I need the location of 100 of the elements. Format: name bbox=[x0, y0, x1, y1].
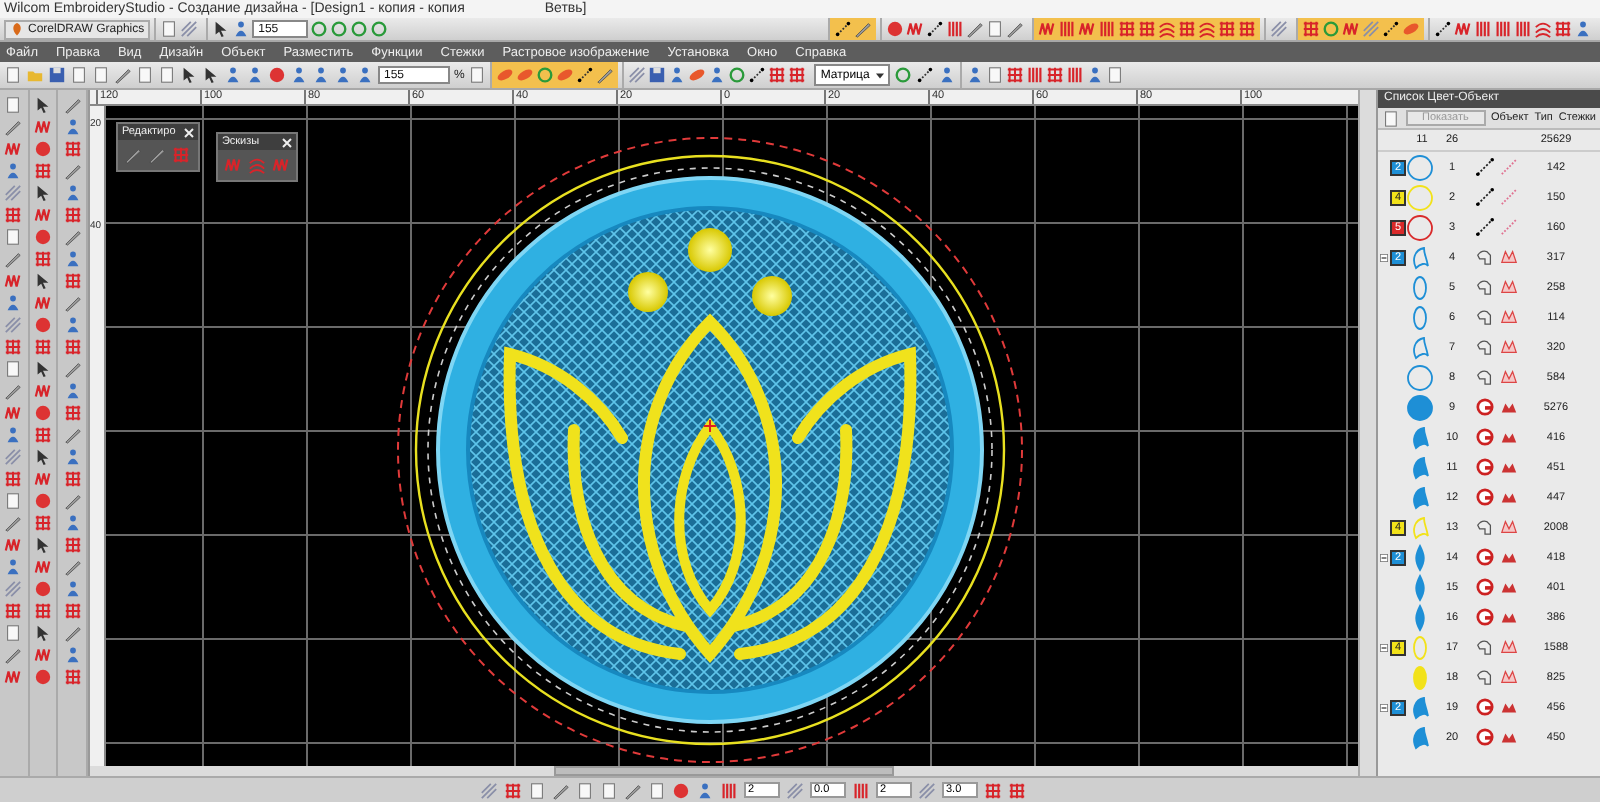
cursor-icon[interactable] bbox=[33, 536, 52, 554]
wave-fill-icon[interactable] bbox=[1198, 20, 1216, 38]
grid-fill-icon[interactable] bbox=[4, 206, 23, 224]
figure-icon[interactable] bbox=[246, 66, 264, 84]
diagonal-lines-icon[interactable] bbox=[4, 316, 23, 334]
pen-icon[interactable] bbox=[63, 96, 82, 114]
grid-fill-icon[interactable] bbox=[1005, 66, 1024, 84]
figure-icon[interactable] bbox=[4, 294, 23, 312]
grid-fill-icon[interactable] bbox=[63, 206, 82, 224]
figure-icon[interactable] bbox=[356, 66, 374, 84]
page-icon[interactable] bbox=[1382, 109, 1400, 127]
column-stitch-icon[interactable] bbox=[1494, 20, 1512, 38]
figure-icon[interactable] bbox=[63, 580, 82, 598]
node-line-icon[interactable] bbox=[926, 20, 944, 38]
grid-fill-icon[interactable] bbox=[1178, 20, 1196, 38]
figure-icon[interactable] bbox=[63, 250, 82, 268]
grid-fill-icon[interactable] bbox=[63, 404, 82, 422]
zigzag-stitch-icon[interactable] bbox=[1038, 20, 1056, 38]
pen-icon[interactable] bbox=[63, 492, 82, 510]
column-stitch-icon[interactable] bbox=[1474, 20, 1492, 38]
figure-icon[interactable] bbox=[290, 66, 308, 84]
cursor-icon[interactable] bbox=[33, 448, 52, 466]
stop-icon[interactable] bbox=[33, 316, 52, 334]
close-icon[interactable] bbox=[183, 127, 194, 137]
diagonal-lines-icon[interactable] bbox=[4, 184, 23, 202]
figure-icon[interactable] bbox=[708, 66, 727, 84]
grid-fill-icon[interactable] bbox=[63, 338, 82, 356]
pen-icon[interactable] bbox=[624, 781, 642, 799]
page-icon[interactable] bbox=[4, 360, 23, 378]
page-icon[interactable] bbox=[648, 781, 666, 799]
scroll-thumb[interactable] bbox=[553, 766, 894, 776]
pen-icon[interactable] bbox=[4, 646, 23, 664]
stop-icon[interactable] bbox=[33, 140, 52, 158]
page-icon[interactable] bbox=[4, 228, 23, 246]
page-icon[interactable] bbox=[468, 66, 487, 84]
column-stitch-icon[interactable] bbox=[1058, 20, 1076, 38]
grid-fill-icon[interactable] bbox=[1118, 20, 1136, 38]
stop-icon[interactable] bbox=[33, 228, 52, 246]
grid-fill-icon[interactable] bbox=[4, 602, 23, 620]
grid-fill-icon[interactable] bbox=[1045, 66, 1064, 84]
diagonal-lines-icon[interactable] bbox=[480, 781, 498, 799]
leaf-icon[interactable] bbox=[688, 66, 707, 84]
stop-icon[interactable] bbox=[33, 492, 52, 510]
figure-icon[interactable] bbox=[224, 66, 242, 84]
page-icon[interactable] bbox=[160, 20, 179, 38]
circle-icon[interactable] bbox=[330, 20, 349, 38]
pen-icon[interactable] bbox=[4, 250, 23, 268]
vertical-scrollbar[interactable] bbox=[1358, 90, 1376, 776]
cursor-icon[interactable] bbox=[33, 360, 52, 378]
collapse-icon[interactable] bbox=[1380, 253, 1388, 261]
figure-icon[interactable] bbox=[334, 66, 352, 84]
page-icon[interactable] bbox=[1105, 66, 1124, 84]
diagonal-lines-icon[interactable] bbox=[4, 448, 23, 466]
cursor-icon[interactable] bbox=[33, 624, 52, 642]
figure-icon[interactable] bbox=[63, 448, 82, 466]
figure-icon[interactable] bbox=[4, 426, 23, 444]
page-icon[interactable] bbox=[4, 492, 23, 510]
pen-icon[interactable] bbox=[114, 66, 132, 84]
stop-icon[interactable] bbox=[886, 20, 904, 38]
grid-fill-icon[interactable] bbox=[1138, 20, 1156, 38]
stop-icon[interactable] bbox=[672, 781, 690, 799]
figure-icon[interactable] bbox=[4, 558, 23, 576]
figure-icon[interactable] bbox=[312, 66, 330, 84]
stop-icon[interactable] bbox=[33, 404, 52, 422]
page-icon[interactable] bbox=[985, 66, 1004, 84]
circle-icon[interactable] bbox=[536, 66, 555, 84]
collapse-icon[interactable] bbox=[1380, 643, 1388, 651]
grid-fill-icon[interactable] bbox=[4, 338, 23, 356]
column-stitch-icon[interactable] bbox=[852, 781, 870, 799]
cursor-icon[interactable] bbox=[33, 272, 52, 290]
figure-icon[interactable] bbox=[965, 66, 984, 84]
grid-fill-icon[interactable] bbox=[504, 781, 522, 799]
zigzag-stitch-icon[interactable] bbox=[906, 20, 924, 38]
grid-fill-icon[interactable] bbox=[984, 781, 1002, 799]
figure-icon[interactable] bbox=[63, 382, 82, 400]
pen-icon[interactable] bbox=[63, 624, 82, 642]
diagonal-lines-icon[interactable] bbox=[1270, 20, 1288, 38]
close-icon[interactable] bbox=[281, 137, 292, 147]
figure-icon[interactable] bbox=[63, 646, 82, 664]
figure-icon[interactable] bbox=[63, 514, 82, 532]
pen-icon[interactable] bbox=[63, 558, 82, 576]
column-stitch-icon[interactable] bbox=[1025, 66, 1044, 84]
page-icon[interactable] bbox=[986, 20, 1004, 38]
figure-icon[interactable] bbox=[63, 118, 82, 136]
stop-icon[interactable] bbox=[33, 668, 52, 686]
pen-icon[interactable] bbox=[596, 66, 615, 84]
grid-fill-icon[interactable] bbox=[63, 668, 82, 686]
grid-fill-icon[interactable] bbox=[768, 66, 787, 84]
node-line-icon[interactable] bbox=[834, 20, 852, 38]
cursor-icon[interactable] bbox=[212, 20, 231, 38]
cursor-icon[interactable] bbox=[33, 96, 52, 114]
figure-icon[interactable] bbox=[1085, 66, 1104, 84]
column-stitch-icon[interactable] bbox=[1065, 66, 1084, 84]
circle-icon[interactable] bbox=[350, 20, 369, 38]
node-line-icon[interactable] bbox=[915, 66, 934, 84]
node-line-icon[interactable] bbox=[576, 66, 595, 84]
page-icon[interactable] bbox=[4, 624, 23, 642]
circle-icon[interactable] bbox=[1322, 20, 1340, 38]
grid-fill-icon[interactable] bbox=[63, 140, 82, 158]
diagonal-lines-icon[interactable] bbox=[4, 580, 23, 598]
